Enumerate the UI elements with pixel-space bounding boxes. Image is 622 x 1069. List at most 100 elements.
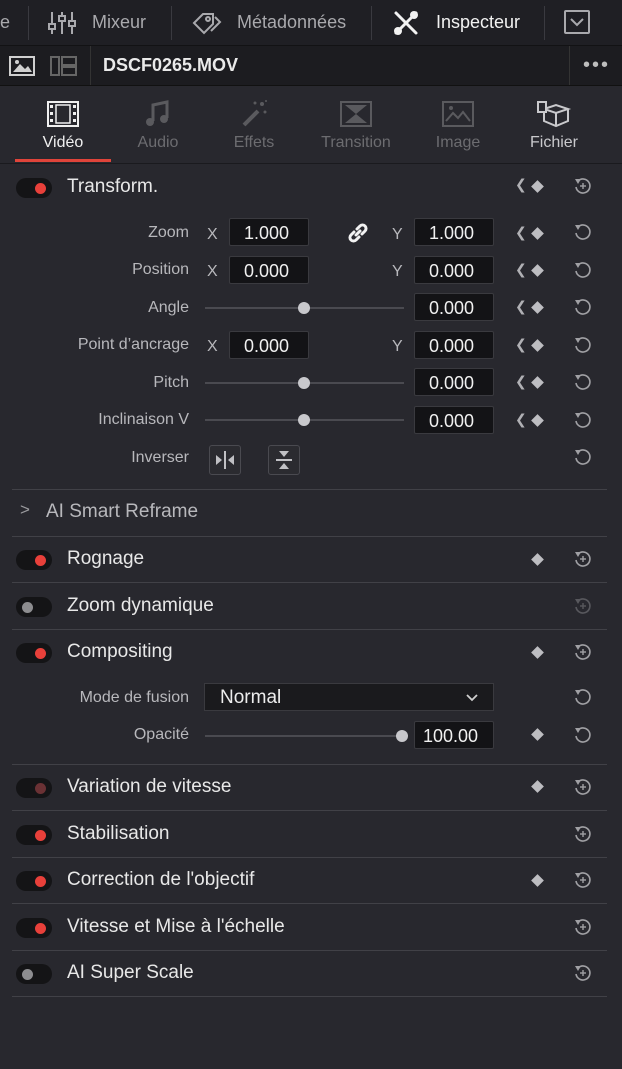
top-partial-label[interactable]: e: [0, 0, 10, 45]
ai-smart-reframe-header[interactable]: AI Smart Reframe: [46, 501, 198, 523]
opacity-field[interactable]: 100.00: [414, 721, 494, 749]
tab-effects[interactable]: Effets: [204, 96, 304, 160]
tab-transition[interactable]: Transition: [306, 96, 406, 160]
dynamic-zoom-toggle[interactable]: [16, 597, 52, 617]
reset-icon[interactable]: [573, 642, 593, 662]
reset-icon[interactable]: [573, 777, 593, 797]
keyframe-prev-icon[interactable]: ❮: [515, 411, 527, 428]
tilt-slider-knob[interactable]: [298, 414, 310, 426]
file-box-icon: [537, 101, 572, 128]
keyframe-prev-icon[interactable]: ❮: [515, 224, 527, 241]
keyframe-diamond-icon[interactable]: [531, 553, 544, 566]
anchor-x-field[interactable]: 0.000: [229, 331, 309, 359]
reset-icon[interactable]: [573, 372, 593, 392]
anchor-x-axis-label: X: [207, 338, 218, 355]
retime-scaling-toggle[interactable]: [16, 918, 52, 938]
keyframe-diamond-icon[interactable]: [531, 180, 544, 193]
keyframe-prev-icon[interactable]: ❮: [515, 176, 527, 193]
toolbar-divider: [544, 6, 545, 40]
keyframe-prev-icon[interactable]: ❮: [515, 373, 527, 390]
tools-icon: [394, 10, 418, 35]
position-y-field[interactable]: 0.000: [414, 256, 494, 284]
collapse-panel-button[interactable]: [564, 10, 590, 34]
keyframe-diamond-icon[interactable]: [531, 728, 544, 741]
active-tab-indicator: [15, 159, 111, 162]
keyframe-diamond-icon[interactable]: [531, 646, 544, 659]
tab-image-label: Image: [435, 134, 481, 151]
reset-icon[interactable]: [573, 963, 593, 983]
image-thumbnail-icon[interactable]: [9, 56, 35, 76]
keyframe-diamond-icon[interactable]: [531, 780, 544, 793]
section-divider: [12, 489, 607, 490]
pitch-field[interactable]: 0.000: [414, 368, 494, 396]
zoom-x-field[interactable]: 1.000: [229, 218, 309, 246]
metadata-button[interactable]: Métadonnées: [191, 0, 346, 45]
reset-icon[interactable]: [573, 596, 593, 616]
reset-icon[interactable]: [573, 725, 593, 745]
keyframe-diamond-icon[interactable]: [531, 301, 544, 314]
reset-icon[interactable]: [573, 335, 593, 355]
flip-vertical-button[interactable]: [268, 445, 300, 475]
position-x-field[interactable]: 0.000: [229, 256, 309, 284]
reset-icon[interactable]: [573, 447, 593, 467]
chevron-right-icon[interactable]: >: [20, 500, 30, 520]
anchor-y-field[interactable]: 0.000: [414, 331, 494, 359]
tab-video[interactable]: Vidéo: [13, 96, 113, 160]
reset-icon[interactable]: [573, 222, 593, 242]
keyframe-diamond-icon[interactable]: [531, 264, 544, 277]
zoom-x-axis-label: X: [207, 226, 218, 243]
keyframe-prev-icon[interactable]: ❮: [515, 336, 527, 353]
keyframe-diamond-icon[interactable]: [531, 874, 544, 887]
link-icon[interactable]: [346, 221, 370, 245]
super-scale-toggle[interactable]: [16, 964, 52, 984]
compositing-title: Compositing: [67, 641, 173, 662]
speed-change-title: Variation de vitesse: [67, 776, 232, 797]
tab-video-label: Vidéo: [42, 134, 84, 151]
reset-icon[interactable]: [573, 870, 593, 890]
tab-audio[interactable]: Audio: [108, 96, 208, 160]
opacity-slider-knob[interactable]: [396, 730, 408, 742]
keyframe-diamond-icon[interactable]: [531, 339, 544, 352]
pitch-slider-knob[interactable]: [298, 377, 310, 389]
lens-correction-title: Correction de l'objectif: [67, 869, 255, 890]
keyframe-diamond-icon[interactable]: [531, 414, 544, 427]
tab-image[interactable]: Image: [408, 96, 508, 160]
tabs-divider: [0, 163, 622, 164]
zoom-y-field[interactable]: 1.000: [414, 218, 494, 246]
mixer-button[interactable]: Mixeur: [48, 0, 146, 45]
anchor-y-axis-label: Y: [392, 338, 403, 355]
reset-icon[interactable]: [573, 297, 593, 317]
stabilization-toggle[interactable]: [16, 825, 52, 845]
compound-clip-icon[interactable]: [50, 56, 78, 76]
more-options-button[interactable]: •••: [569, 46, 622, 85]
inspector-button[interactable]: Inspecteur: [392, 0, 520, 45]
tab-file[interactable]: Fichier: [504, 96, 604, 160]
blend-mode-select[interactable]: Normal: [204, 683, 494, 711]
reset-icon[interactable]: [573, 824, 593, 844]
reset-icon[interactable]: [573, 687, 593, 707]
flip-vertical-icon: [276, 451, 292, 469]
keyframe-prev-icon[interactable]: ❮: [515, 298, 527, 315]
opacity-slider[interactable]: [205, 735, 404, 737]
transform-toggle[interactable]: [16, 178, 52, 198]
speed-change-toggle[interactable]: [16, 778, 52, 798]
tilt-field[interactable]: 0.000: [414, 406, 494, 434]
compositing-toggle[interactable]: [16, 643, 52, 663]
keyframe-diamond-icon[interactable]: [531, 227, 544, 240]
angle-field[interactable]: 0.000: [414, 293, 494, 321]
angle-slider-knob[interactable]: [298, 302, 310, 314]
flip-horizontal-button[interactable]: [209, 445, 241, 475]
reset-icon[interactable]: [573, 917, 593, 937]
reset-icon[interactable]: [573, 176, 593, 196]
reset-icon[interactable]: [573, 549, 593, 569]
toolbar-divider: [171, 6, 172, 40]
lens-correction-toggle[interactable]: [16, 871, 52, 891]
reset-icon[interactable]: [573, 260, 593, 280]
chevron-down-icon: [466, 694, 478, 702]
zoom-y-axis-label: Y: [392, 226, 403, 243]
keyframe-diamond-icon[interactable]: [531, 376, 544, 389]
section-divider: [12, 764, 607, 765]
crop-toggle[interactable]: [16, 550, 52, 570]
keyframe-prev-icon[interactable]: ❮: [515, 261, 527, 278]
reset-icon[interactable]: [573, 410, 593, 430]
